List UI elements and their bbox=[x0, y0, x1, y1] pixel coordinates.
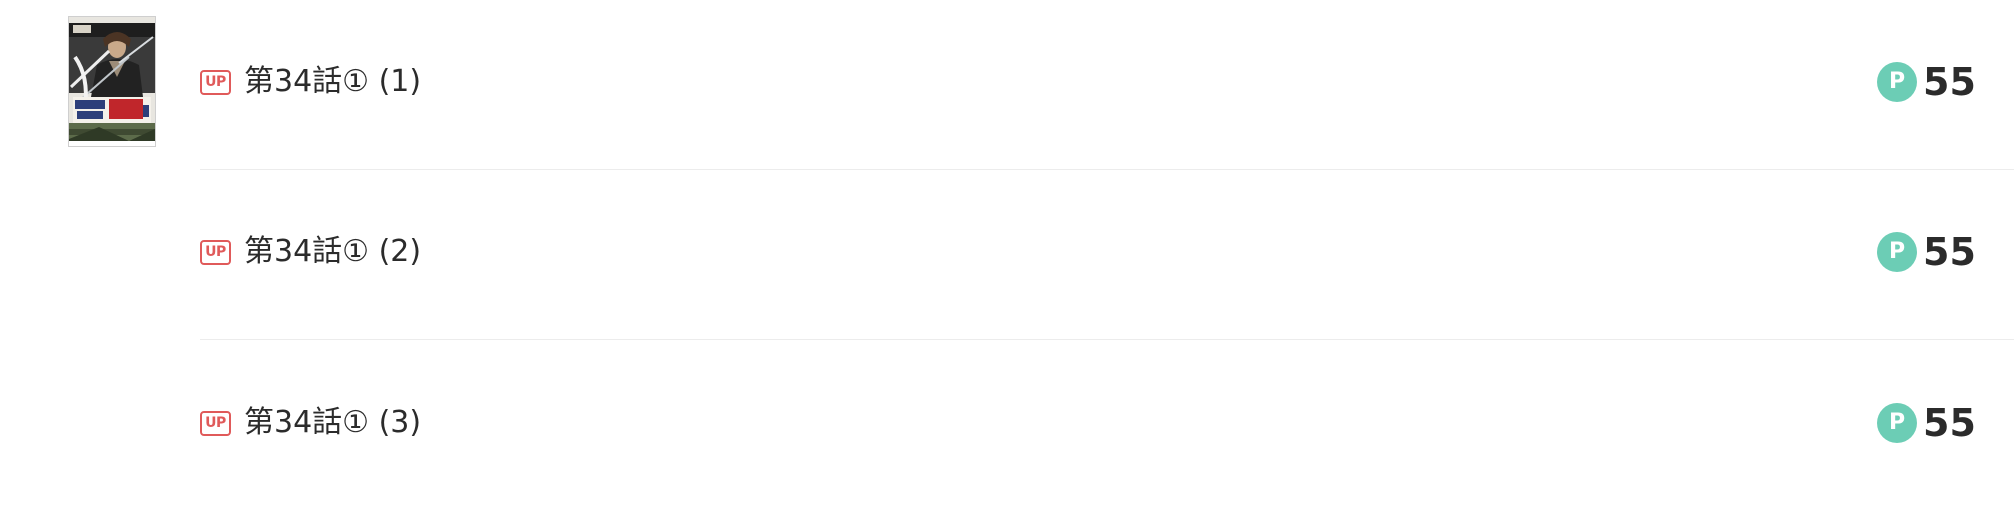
up-badge: UP bbox=[200, 411, 231, 436]
episode-row-2[interactable]: UP 第34話① (2) P 55 bbox=[0, 170, 2014, 340]
point-icon: P bbox=[1877, 62, 1917, 102]
price-value: 55 bbox=[1923, 401, 1976, 445]
episode-title[interactable]: 第34話① (2) bbox=[244, 230, 421, 274]
price-value: 55 bbox=[1923, 230, 1976, 274]
episode-price[interactable]: P 55 bbox=[1877, 61, 1976, 103]
episode-title[interactable]: 第34話① (1) bbox=[244, 60, 421, 104]
point-icon: P bbox=[1877, 403, 1917, 443]
episode-row-1[interactable]: UP 第34話① (1) P 55 bbox=[0, 0, 2014, 170]
point-icon: P bbox=[1877, 232, 1917, 272]
up-badge: UP bbox=[200, 240, 231, 265]
episode-list: UP 第34話① (1) P 55 UP 第34話① (2) P 55 UP 第… bbox=[0, 0, 2014, 494]
row-divider bbox=[200, 339, 2014, 340]
price-value: 55 bbox=[1923, 60, 1976, 104]
episode-row-3[interactable]: UP 第34話① (3) P 55 bbox=[0, 341, 2014, 511]
up-badge: UP bbox=[200, 70, 231, 95]
episode-price[interactable]: P 55 bbox=[1877, 231, 1976, 273]
episode-price[interactable]: P 55 bbox=[1877, 402, 1976, 444]
episode-title[interactable]: 第34話① (3) bbox=[244, 401, 421, 445]
